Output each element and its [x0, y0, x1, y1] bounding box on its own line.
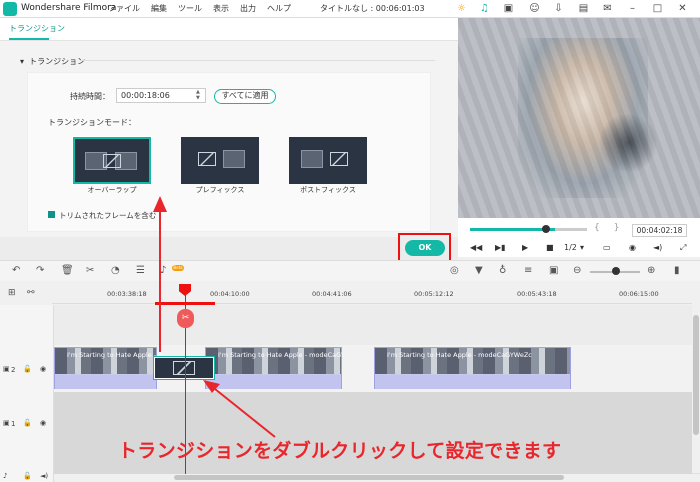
arrow-up-head — [153, 196, 167, 212]
instruction-caption: トランジションをダブルクリックして設定できます — [118, 440, 562, 462]
vscroll-thumb[interactable] — [693, 315, 699, 435]
vertical-scrollbar[interactable] — [692, 305, 700, 473]
horizontal-scrollbar[interactable] — [54, 474, 692, 482]
arrow-diag-line — [209, 384, 276, 438]
annotation-arrows — [153, 196, 276, 438]
hscroll-thumb[interactable] — [174, 475, 564, 480]
